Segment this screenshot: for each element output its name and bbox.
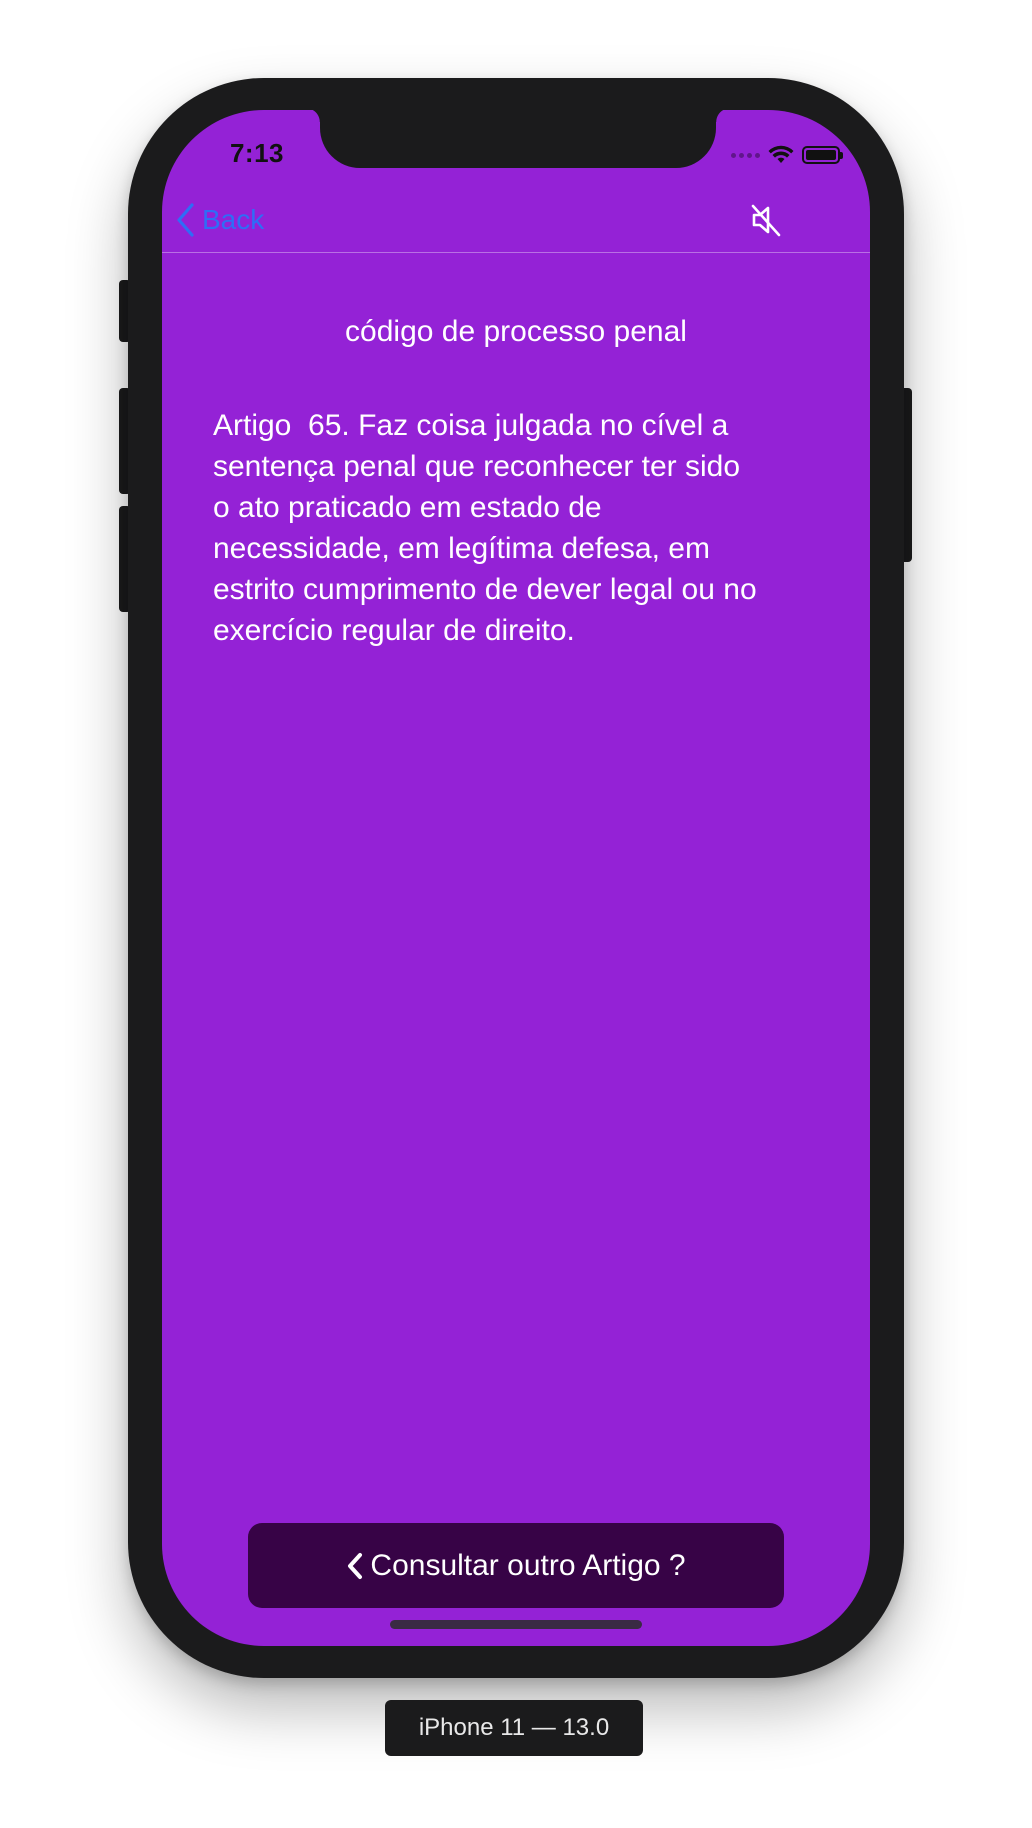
status-icons bbox=[731, 143, 843, 167]
speaker-muted-icon bbox=[751, 204, 781, 237]
device-label: iPhone 11 — 13.0 bbox=[385, 1700, 643, 1756]
back-button[interactable]: Back bbox=[176, 200, 264, 240]
consult-button-label: Consultar outro Artigo ? bbox=[370, 1548, 686, 1582]
wifi-icon bbox=[768, 145, 794, 163]
chevron-left-icon bbox=[348, 1552, 363, 1579]
notch bbox=[306, 110, 730, 168]
back-label: Back bbox=[202, 204, 265, 235]
status-time: 7:13 bbox=[229, 138, 285, 168]
cellular-signal-icon bbox=[731, 152, 760, 158]
navigation-bar: Back bbox=[162, 190, 870, 253]
article-text: Artigo 65. Faz coisa julgada no cível a … bbox=[213, 409, 757, 647]
app-screen: 7:13 Back código de processo penal Artig… bbox=[162, 110, 870, 1646]
simulator-stage: 7:13 Back código de processo penal Artig… bbox=[0, 0, 1032, 1828]
page-title: código de processo penal bbox=[345, 315, 687, 348]
chevron-left-icon bbox=[177, 203, 194, 237]
battery-icon bbox=[802, 146, 843, 164]
consult-other-article-button[interactable]: Consultar outro Artigo ? bbox=[248, 1523, 784, 1608]
home-indicator bbox=[390, 1620, 642, 1629]
mute-button[interactable] bbox=[746, 200, 786, 240]
